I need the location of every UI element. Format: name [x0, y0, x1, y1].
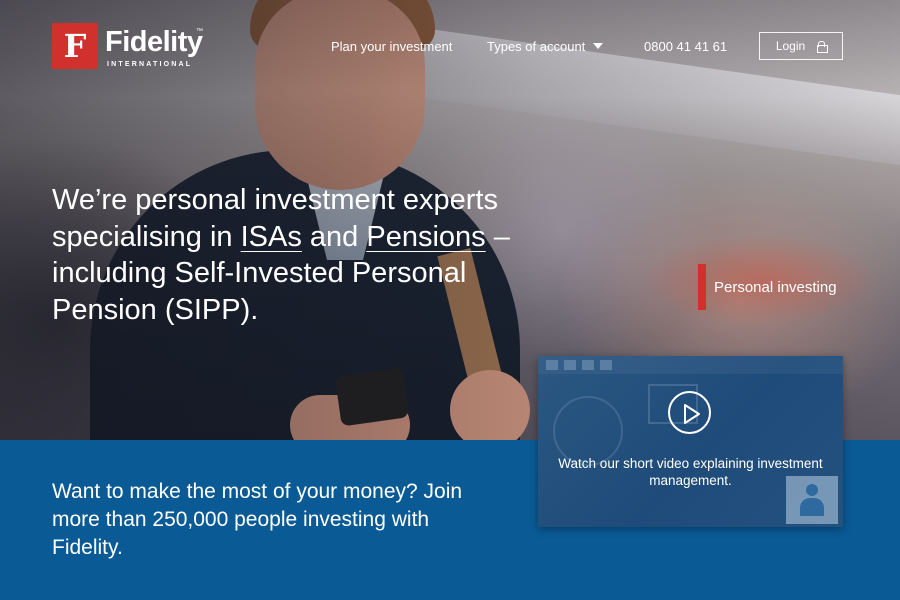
- pensions-link[interactable]: Pensions: [366, 221, 485, 253]
- headline-and: and: [301, 220, 367, 253]
- logo-glyph: F: [63, 27, 87, 65]
- logo-wordmark[interactable]: Fidelity: [105, 26, 203, 59]
- nav-plan-your-investment[interactable]: Plan your investment: [331, 39, 452, 54]
- play-icon[interactable]: [668, 391, 711, 434]
- tag-accent-bar: [698, 264, 706, 310]
- play-triangle: [684, 404, 700, 424]
- fidelity-logo-mark[interactable]: F: [52, 23, 98, 69]
- hero-headline: We’re personal investment experts specia…: [52, 182, 572, 328]
- tag-label: Personal investing: [714, 278, 837, 296]
- login-button[interactable]: Login: [759, 32, 843, 60]
- personal-investing-tag[interactable]: Personal investing: [698, 264, 837, 310]
- video-card[interactable]: Watch our short video explaining investm…: [538, 356, 843, 527]
- nav-types-of-account[interactable]: Types of account: [487, 39, 604, 54]
- video-thumb-dots: [546, 360, 612, 370]
- phone-number[interactable]: 0800 41 41 61: [644, 39, 727, 54]
- chevron-down-icon: [593, 43, 604, 49]
- nav-types-label: Types of account: [487, 39, 586, 54]
- login-label: Login: [775, 39, 806, 53]
- logo-subtitle: INTERNATIONAL: [107, 61, 193, 68]
- lock-icon: [817, 41, 829, 53]
- logo-trademark: ™: [196, 28, 203, 35]
- band-text: Want to make the most of your money? Joi…: [52, 480, 463, 559]
- video-caption: Watch our short video explaining investm…: [558, 456, 823, 488]
- isas-link[interactable]: ISAs: [241, 221, 302, 253]
